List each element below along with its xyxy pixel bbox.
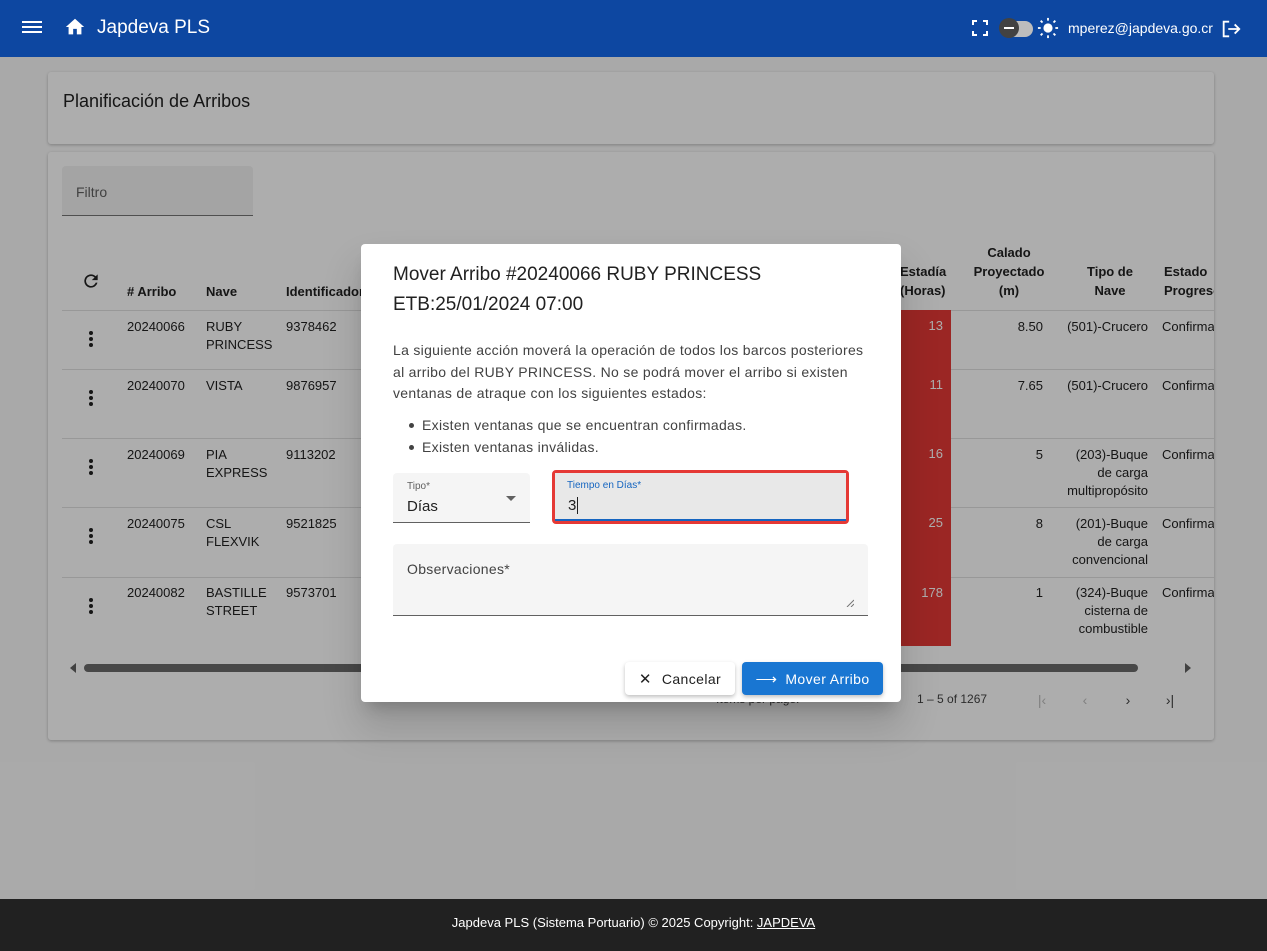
observaciones-label: Observaciones* bbox=[407, 561, 511, 577]
arrow-right-icon: ⟶ bbox=[755, 670, 778, 688]
sun-icon bbox=[1037, 17, 1059, 39]
move-arrival-dialog: Mover Arribo #20240066 RUBY PRINCESS ETB… bbox=[361, 244, 901, 702]
move-arrival-button[interactable]: ⟶ Mover Arribo bbox=[742, 662, 883, 695]
tiempo-label: Tiempo en Días* bbox=[567, 480, 642, 491]
logout-icon[interactable] bbox=[1220, 18, 1242, 40]
dialog-description: La siguiente acción moverá la operación … bbox=[393, 342, 864, 401]
dropdown-arrow-icon bbox=[506, 496, 516, 501]
dialog-title: Mover Arribo #20240066 RUBY PRINCESS ETB… bbox=[393, 260, 813, 320]
tipo-select[interactable]: Tipo* Días bbox=[393, 473, 530, 523]
footer: Japdeva PLS (Sistema Portuario) © 2025 C… bbox=[0, 899, 1267, 951]
tipo-value: Días bbox=[407, 498, 438, 515]
toggle-knob bbox=[999, 18, 1019, 38]
footer-text: Japdeva PLS (Sistema Portuario) © 2025 C… bbox=[451, 915, 757, 930]
dialog-title-line2: ETB:25/01/2024 07:00 bbox=[393, 294, 584, 315]
user-email: mperez@japdeva.go.cr bbox=[1068, 20, 1213, 36]
home-icon[interactable] bbox=[64, 16, 86, 38]
dialog-title-line1: Mover Arribo #20240066 RUBY PRINCESS bbox=[393, 264, 762, 285]
close-icon: ✕ bbox=[638, 670, 652, 688]
cancel-label: Cancelar bbox=[661, 670, 722, 687]
tipo-label: Tipo* bbox=[407, 481, 430, 492]
dialog-bullet: Existen ventanas inválidas. bbox=[409, 437, 862, 459]
footer-link[interactable]: JAPDEVA bbox=[757, 915, 815, 930]
top-app-bar: Japdeva PLS mperez@japdeva.go.cr bbox=[0, 0, 1267, 57]
theme-toggle[interactable] bbox=[999, 18, 1033, 38]
cancel-button[interactable]: ✕ Cancelar bbox=[625, 662, 735, 695]
tiempo-en-dias-input[interactable]: Tiempo en Días* 3 bbox=[555, 473, 846, 521]
dialog-bullet-list: Existen ventanas que se encuentran confi… bbox=[409, 415, 862, 459]
menu-icon[interactable] bbox=[22, 18, 42, 38]
fullscreen-icon[interactable] bbox=[972, 20, 988, 36]
move-label: Mover Arribo bbox=[785, 670, 870, 687]
dialog-bullet: Existen ventanas que se encuentran confi… bbox=[409, 415, 862, 437]
observaciones-textarea[interactable]: Observaciones* bbox=[393, 544, 868, 616]
app-title[interactable]: Japdeva PLS bbox=[97, 17, 210, 39]
resize-grip-icon[interactable] bbox=[846, 599, 854, 607]
tiempo-field-highlight: Tiempo en Días* 3 bbox=[552, 470, 849, 524]
tiempo-value[interactable]: 3 bbox=[568, 497, 579, 514]
